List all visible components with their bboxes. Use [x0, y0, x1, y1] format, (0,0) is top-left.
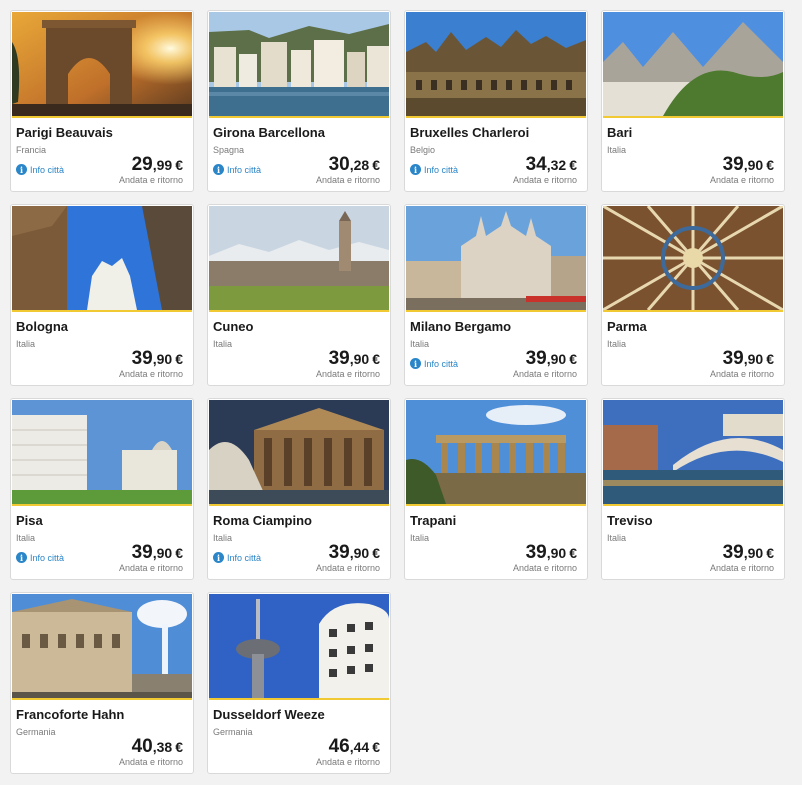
info-city-link[interactable]: i Info città [16, 552, 64, 563]
destination-name: Parma [607, 319, 647, 334]
trip-type-label: Andata e ritorno [118, 369, 183, 379]
city-photo [12, 12, 192, 116]
price: 39,90 € [525, 542, 577, 563]
price: 40,38 € [131, 736, 183, 757]
price: 39,90 € [328, 542, 380, 563]
city-photo [12, 206, 192, 310]
price: 46,44 € [328, 736, 380, 757]
destination-card-bologna[interactable]: Bologna Italia 39,90 € Andata e ritorno [10, 204, 194, 386]
destination-country: Italia [16, 533, 36, 543]
destination-card-bari[interactable]: Bari Italia 39,90 € Andata e ritorno [601, 10, 785, 192]
city-photo [406, 400, 586, 504]
info-city-link[interactable]: i Info città [16, 164, 64, 175]
price: 34,32 € [525, 154, 577, 175]
destination-card-roma-ciampino[interactable]: Roma Ciampino Italia i Info città 39,90 € … [207, 398, 391, 580]
city-photo [209, 12, 389, 116]
price: 39,90 € [131, 348, 183, 369]
city-photo [209, 400, 389, 504]
destination-country: Francia [16, 145, 47, 155]
city-photo [12, 594, 192, 698]
info-icon: i [410, 358, 421, 369]
destination-card-dusseldorf-weeze[interactable]: Dusseldorf Weeze Germania 46,44 € Andata … [207, 592, 391, 774]
trip-type-label: Andata e ritorno [315, 369, 380, 379]
destination-country: Italia [607, 339, 627, 349]
city-photo [603, 12, 783, 116]
destination-card-trapani[interactable]: Trapani Italia 39,90 € Andata e ritorno [404, 398, 588, 580]
destination-country: Belgio [410, 145, 436, 155]
trip-type-label: Andata e ritorno [512, 369, 577, 379]
price: 29,99 € [131, 154, 183, 175]
destination-name: Girona Barcellona [213, 125, 325, 140]
destination-country: Germania [213, 727, 253, 737]
city-photo [406, 12, 586, 116]
destination-name: Milano Bergamo [410, 319, 512, 334]
info-icon: i [213, 164, 224, 175]
price: 39,90 € [722, 542, 774, 563]
destination-name: Bologna [16, 319, 68, 334]
price: 39,90 € [525, 348, 577, 369]
price: 39,90 € [722, 348, 774, 369]
destination-name: Treviso [607, 513, 653, 528]
destination-name: Dusseldorf Weeze [213, 707, 325, 722]
city-photo [209, 594, 389, 698]
destination-country: Italia [16, 339, 36, 349]
destination-card-treviso[interactable]: Treviso Italia 39,90 € Andata e ritorno [601, 398, 785, 580]
trip-type-label: Andata e ritorno [315, 563, 380, 573]
destination-country: Italia [410, 533, 430, 543]
price: 30,28 € [328, 154, 380, 175]
destination-name: Bari [607, 125, 633, 140]
trip-type-label: Andata e ritorno [315, 757, 380, 767]
destination-card-parma[interactable]: Parma Italia 39,90 € Andata e ritorno [601, 204, 785, 386]
destination-card-francoforte-hahn[interactable]: Francoforte Hahn Germania 40,38 € Andata … [10, 592, 194, 774]
destination-country: Italia [213, 339, 233, 349]
destination-card-milano-bergamo[interactable]: Milano Bergamo Italia i Info città 39,90 €… [404, 204, 588, 386]
trip-type-label: Andata e ritorno [512, 563, 577, 573]
trip-type-label: Andata e ritorno [709, 563, 774, 573]
info-city-link[interactable]: i Info città [213, 164, 261, 175]
city-photo [603, 400, 783, 504]
destination-country: Italia [607, 533, 627, 543]
destination-name: Francoforte Hahn [16, 707, 125, 722]
info-icon: i [410, 164, 421, 175]
destination-name: Pisa [16, 513, 43, 528]
info-city-link[interactable]: i Info città [410, 164, 458, 175]
destination-card-girona-barcellona[interactable]: Girona Barcellona Spagna i Info città 30,… [207, 10, 391, 192]
destination-name: Parigi Beauvais [16, 125, 113, 140]
trip-type-label: Andata e ritorno [709, 369, 774, 379]
trip-type-label: Andata e ritorno [709, 175, 774, 185]
destination-country: Italia [213, 533, 233, 543]
city-photo [209, 206, 389, 310]
city-photo [406, 206, 586, 310]
destination-card-cuneo[interactable]: Cuneo Italia 39,90 € Andata e ritorno [207, 204, 391, 386]
destination-name: Bruxelles Charleroi [410, 125, 530, 140]
destination-country: Italia [607, 145, 627, 155]
trip-type-label: Andata e ritorno [118, 563, 183, 573]
trip-type-label: Andata e ritorno [118, 757, 183, 767]
info-city-link[interactable]: i Info città [410, 358, 458, 369]
destination-name: Roma Ciampino [213, 513, 312, 528]
trip-type-label: Andata e ritorno [315, 175, 380, 185]
destination-country: Germania [16, 727, 56, 737]
destination-card-bruxelles-charleroi[interactable]: Bruxelles Charleroi Belgio i Info città 3… [404, 10, 588, 192]
price: 39,90 € [328, 348, 380, 369]
trip-type-label: Andata e ritorno [512, 175, 577, 185]
info-icon: i [16, 552, 27, 563]
destination-card-pisa[interactable]: Pisa Italia i Info città 39,90 € Andata e … [10, 398, 194, 580]
destination-country: Italia [410, 339, 430, 349]
destination-name: Cuneo [213, 319, 254, 334]
info-icon: i [213, 552, 224, 563]
city-photo [603, 206, 783, 310]
info-city-link[interactable]: i Info città [213, 552, 261, 563]
info-icon: i [16, 164, 27, 175]
destination-country: Spagna [213, 145, 245, 155]
city-photo [12, 400, 192, 504]
destination-card-parigi-beauvais[interactable]: Parigi Beauvais Francia i Info città 29,9… [10, 10, 194, 192]
trip-type-label: Andata e ritorno [118, 175, 183, 185]
destination-name: Trapani [410, 513, 457, 528]
price: 39,90 € [131, 542, 183, 563]
price: 39,90 € [722, 154, 774, 175]
